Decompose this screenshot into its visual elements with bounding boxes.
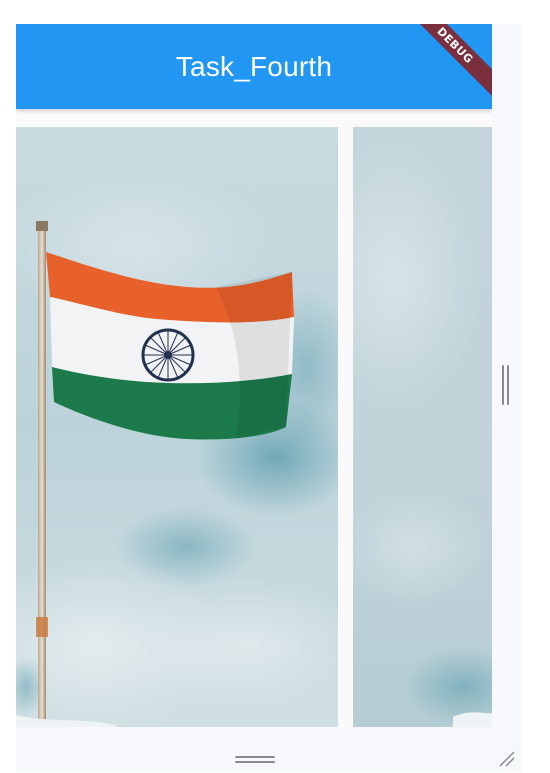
resize-grip-icon[interactable] xyxy=(498,750,516,768)
carousel-item-sky[interactable] xyxy=(353,127,492,727)
app-bar-title: Task_Fourth xyxy=(175,50,333,82)
app-bar: Task_Fourth DEBUG xyxy=(16,24,492,109)
debug-banner: DEBUG xyxy=(395,24,492,106)
cloudy-sky-image xyxy=(353,127,492,727)
carousel-item-flag[interactable] xyxy=(16,127,338,727)
indian-flag-image xyxy=(16,127,338,727)
image-carousel[interactable] xyxy=(16,127,492,727)
horizontal-resize-handle[interactable] xyxy=(235,756,275,764)
vertical-resize-handle[interactable] xyxy=(502,365,510,405)
app-window: Task_Fourth DEBUG xyxy=(16,24,492,727)
